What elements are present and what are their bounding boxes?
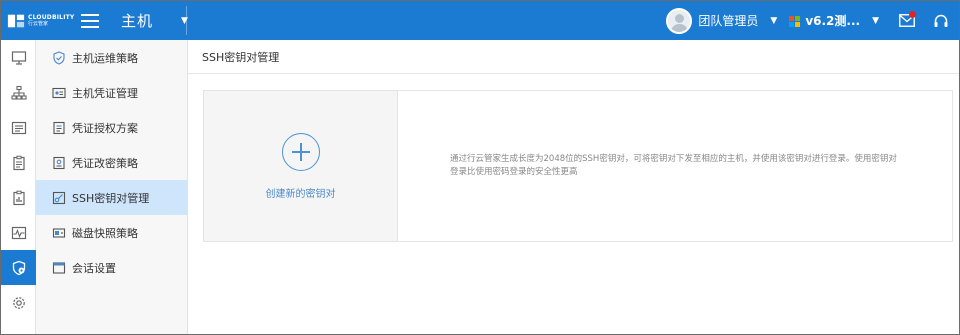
plus-circle-icon	[281, 132, 320, 171]
ssh-key-card: 创建新的密钥对 通过行云管家生成长度为2048位的SSH密钥对，可将密钥对下发至…	[203, 90, 953, 242]
create-key-pair-button[interactable]: 创建新的密钥对	[204, 91, 398, 241]
module-icon-bar	[1, 40, 36, 334]
description: 通过行云管家生成长度为2048位的SSH密钥对，可将密钥对下发至相应的主机，并使…	[450, 154, 897, 177]
sidebar-item-authorization[interactable]: 凭证授权方案	[36, 110, 187, 145]
module-title[interactable]: 主机	[121, 10, 153, 31]
sidebar-item-ops-policy[interactable]: 主机运维策略	[36, 40, 187, 75]
authorization-icon	[52, 121, 66, 135]
user-name[interactable]: 团队管理员	[698, 12, 758, 29]
divider	[186, 6, 187, 35]
list-icon[interactable]	[1, 110, 36, 145]
version-label: v6.2测...	[805, 14, 861, 28]
clipboard-icon[interactable]	[1, 145, 36, 180]
top-bar: CLOUDBILITY 行云管家 主机 ▼ 团队管理员 ▼ v6.2测... ▼	[1, 1, 959, 40]
sidebar-item-credentials[interactable]: 主机凭证管理	[36, 75, 187, 110]
disk-icon	[52, 226, 66, 240]
headset-icon	[934, 14, 948, 27]
gear-icon[interactable]	[1, 285, 36, 320]
notification-dot	[909, 10, 916, 18]
shield-gear-icon[interactable]	[1, 250, 36, 285]
sidebar: 主机运维策略 主机凭证管理 凭证授权方案 凭证改密策略 SSH密钥对管理 磁盘快…	[36, 40, 188, 334]
sidebar-item-session-settings[interactable]: 会话设置	[36, 250, 187, 285]
hamburger-icon	[81, 13, 99, 16]
sidebar-item-label: 磁盘快照策略	[72, 226, 138, 240]
shield-check-icon	[52, 50, 66, 65]
windows-logo-icon	[789, 15, 801, 27]
sidebar-item-label: SSH密钥对管理	[72, 191, 150, 205]
sidebar-item-password-change[interactable]: 凭证改密策略	[36, 145, 187, 180]
sidebar-item-label: 凭证授权方案	[72, 121, 138, 135]
sidebar-item-ssh-keys[interactable]: SSH密钥对管理	[36, 180, 187, 215]
main-content: SSH密钥对管理 创建新的密钥对 通过行云管家生成长度为2048位的SSH密钥对…	[188, 40, 959, 334]
password-change-icon	[52, 156, 66, 170]
create-key-pair-label: 创建新的密钥对	[265, 188, 336, 200]
sidebar-item-label: 凭证改密策略	[72, 156, 138, 170]
activity-icon[interactable]	[1, 215, 36, 250]
version-chevron-icon[interactable]: ▼	[872, 16, 879, 26]
avatar[interactable]	[666, 7, 693, 34]
key-icon	[52, 191, 66, 205]
sidebar-item-label: 主机运维策略	[72, 51, 138, 65]
credential-icon	[52, 86, 66, 100]
sidebar-item-disk-snapshot[interactable]: 磁盘快照策略	[36, 215, 187, 250]
user-menu-chevron-icon[interactable]: ▼	[770, 16, 777, 26]
logo-text-cn: 行云管家	[28, 20, 49, 27]
report-icon[interactable]	[1, 180, 36, 215]
menu-toggle-button[interactable]	[81, 13, 99, 28]
sidebar-item-label: 会话设置	[72, 261, 116, 275]
support-button[interactable]	[931, 11, 951, 31]
logo[interactable]: CLOUDBILITY 行云管家	[1, 1, 79, 40]
messages-button[interactable]	[897, 10, 917, 31]
version-selector[interactable]: v6.2测...	[789, 12, 860, 29]
sidebar-item-label: 主机凭证管理	[72, 86, 138, 100]
logo-text-en: CLOUDBILITY	[28, 13, 75, 21]
page-title: SSH密钥对管理	[188, 40, 959, 74]
window-icon	[52, 261, 66, 275]
monitor-icon[interactable]	[1, 40, 36, 75]
description-text: 通过行云管家生成长度为2048位的SSH密钥对，可将密钥对下发至相应的主机，并使…	[398, 91, 952, 241]
logo-icon	[7, 14, 25, 27]
topology-icon[interactable]	[1, 75, 36, 110]
